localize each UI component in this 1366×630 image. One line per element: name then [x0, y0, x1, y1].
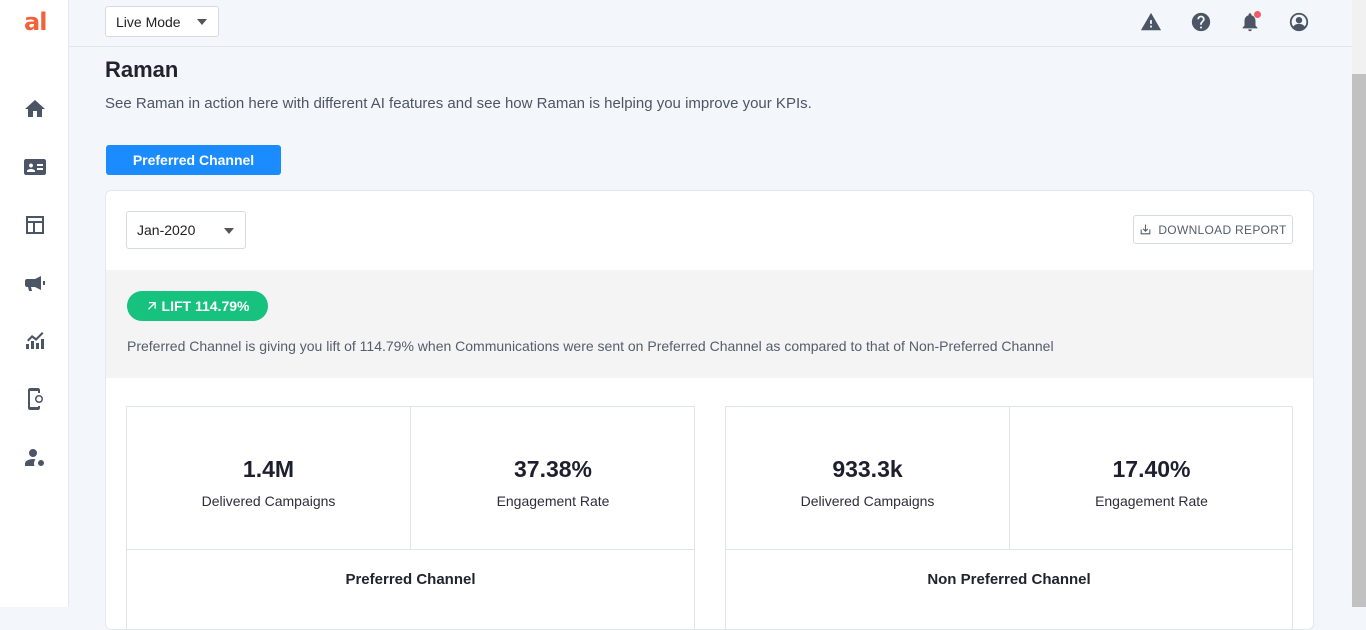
report-card: Jan-2020 DOWNLOAD REPORT LIFT 114.79% Pr…	[105, 190, 1314, 630]
warning-icon	[1140, 12, 1162, 31]
download-report-button[interactable]: DOWNLOAD REPORT	[1133, 215, 1293, 244]
mode-select[interactable]: Live Mode	[105, 6, 219, 37]
analytics-icon	[26, 332, 44, 349]
scrollbar-thumb[interactable]	[1352, 74, 1366, 607]
non-preferred-channel-stats: 933.3k Delivered Campaigns 17.40% Engage…	[725, 406, 1293, 629]
stat-value: 1.4M	[242, 455, 295, 482]
page-title: Raman	[105, 57, 179, 82]
mode-select-value: Live Mode	[116, 13, 181, 30]
sidebar-item-home[interactable]	[22, 96, 48, 122]
download-icon	[1140, 224, 1151, 235]
sidebar-item-layout[interactable]	[22, 212, 48, 238]
stat-label: Engagement Rate	[1095, 492, 1208, 509]
stat-value: 17.40%	[1112, 455, 1191, 482]
megaphone-icon	[25, 276, 45, 291]
sidebar-item-user-settings[interactable]	[22, 444, 48, 470]
notification-badge	[1254, 11, 1261, 18]
topbar: Live Mode	[69, 0, 1352, 47]
chevron-down-icon	[197, 19, 207, 25]
channel-name: Non Preferred Channel	[726, 549, 1292, 609]
help-button[interactable]	[1190, 11, 1212, 33]
trend-up-arrow-icon	[147, 302, 156, 310]
month-select-value: Jan-2020	[137, 222, 196, 238]
channel-name: Preferred Channel	[127, 549, 694, 609]
warning-button[interactable]	[1140, 11, 1162, 33]
chevron-down-icon	[224, 228, 234, 234]
stat-label: Delivered Campaigns	[800, 492, 935, 509]
engagement-rate-stat: 17.40% Engagement Rate	[1010, 407, 1293, 549]
lift-summary: LIFT 114.79% Preferred Channel is giving…	[106, 270, 1313, 378]
lift-description: Preferred Channel is giving you lift of …	[127, 338, 1054, 354]
month-select[interactable]: Jan-2020	[126, 211, 246, 249]
sidebar: al	[0, 0, 69, 607]
contact-card-icon	[24, 159, 46, 175]
delivered-campaigns-stat: 1.4M Delivered Campaigns	[127, 407, 410, 549]
app-logo[interactable]: al	[24, 8, 47, 36]
user-settings-icon	[25, 449, 44, 466]
layout-icon	[26, 216, 44, 234]
download-report-label: DOWNLOAD REPORT	[1158, 222, 1287, 237]
help-icon	[1191, 12, 1211, 32]
engagement-rate-stat: 37.38% Engagement Rate	[411, 407, 695, 549]
lift-badge-label: LIFT 114.79%	[161, 298, 250, 314]
sidebar-item-mobile-web[interactable]	[22, 386, 48, 412]
tab-preferred-channel[interactable]: Preferred Channel	[106, 145, 281, 175]
mobile-web-icon	[28, 388, 43, 410]
notifications-button[interactable]	[1239, 11, 1261, 33]
sidebar-item-campaigns[interactable]	[22, 270, 48, 296]
stat-label: Delivered Campaigns	[201, 492, 336, 509]
preferred-channel-stats: 1.4M Delivered Campaigns 37.38% Engageme…	[126, 406, 695, 629]
sidebar-item-analytics[interactable]	[22, 328, 48, 354]
lift-badge: LIFT 114.79%	[127, 291, 268, 321]
stat-value: 933.3k	[832, 455, 903, 482]
page-subtitle: See Raman in action here with different …	[105, 95, 812, 112]
user-account-icon	[1289, 12, 1309, 32]
stat-label: Engagement Rate	[496, 492, 610, 509]
stat-value: 37.38%	[513, 455, 592, 482]
delivered-campaigns-stat: 933.3k Delivered Campaigns	[726, 407, 1009, 549]
account-button[interactable]	[1288, 11, 1310, 33]
sidebar-item-contacts[interactable]	[22, 154, 48, 180]
home-icon	[25, 100, 45, 117]
